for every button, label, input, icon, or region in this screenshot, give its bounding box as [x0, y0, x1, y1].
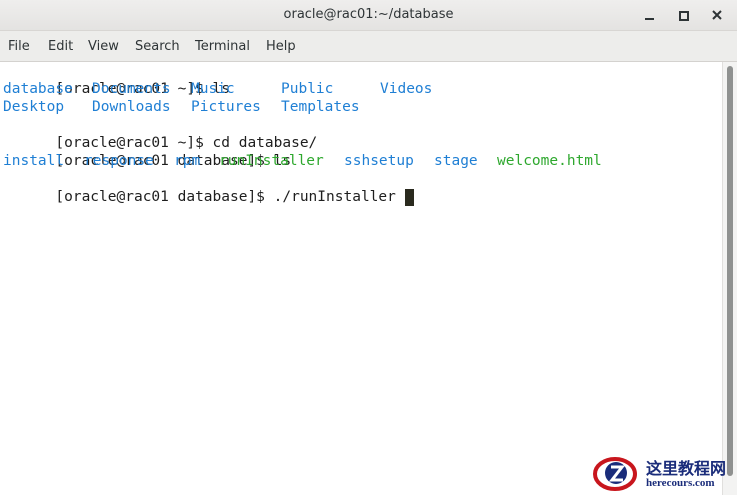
menu-file[interactable]: File — [8, 39, 30, 54]
terminal-line: [oracle@rac01 database]$ ls — [3, 134, 291, 169]
directory-entry: Public — [281, 81, 334, 97]
executable-entry: welcome.html — [497, 153, 602, 169]
terminal-output[interactable]: [oracle@rac01 ~]$ ls database Documents … — [0, 62, 722, 495]
directory-entry: Templates — [281, 99, 360, 115]
terminal-line: Desktop Downloads Pictures Templates — [3, 98, 703, 116]
watermark-url: herecours.com — [646, 477, 715, 489]
directory-entry: Downloads — [92, 99, 171, 115]
terminal-line: [oracle@rac01 ~]$ cd database/ — [3, 116, 317, 151]
directory-entry: stage — [434, 153, 478, 169]
terminal-line: install response rpm runInstaller sshset… — [3, 152, 703, 170]
directory-entry: database — [3, 81, 73, 97]
watermark-title: 这里教程网 — [646, 459, 727, 478]
menu-bar: File Edit View Search Terminal Help — [0, 31, 737, 62]
minimize-icon — [645, 18, 654, 20]
maximize-button[interactable] — [673, 5, 693, 25]
directory-entry: Desktop — [3, 99, 65, 115]
shell-prompt: [oracle@rac01 database]$ — [55, 189, 274, 205]
terminal-line: database Documents Music Public Videos — [3, 80, 703, 98]
directory-entry: Pictures — [191, 99, 261, 115]
maximize-icon — [679, 11, 689, 21]
directory-entry: Documents — [92, 81, 171, 97]
terminal-line: [oracle@rac01 ~]$ ls — [3, 62, 230, 97]
executable-entry: runInstaller — [219, 153, 324, 169]
window-title: oracle@rac01:~/database — [283, 7, 454, 22]
vertical-scrollbar[interactable] — [722, 62, 737, 495]
watermark: 这里教程网 herecours.com — [591, 452, 737, 495]
watermark-logo-icon — [593, 457, 637, 491]
terminal-window: oracle@rac01:~/database File Edit View S… — [0, 0, 737, 495]
menu-edit[interactable]: Edit — [48, 39, 73, 54]
text-cursor — [404, 189, 414, 206]
terminal-line: [oracle@rac01 database]$ ./runInstaller — [3, 170, 414, 206]
shell-command: ./runInstaller — [273, 189, 405, 205]
directory-entry: response — [84, 153, 154, 169]
directory-entry: rpm — [174, 153, 201, 169]
directory-entry: sshsetup — [344, 153, 414, 169]
menu-view[interactable]: View — [88, 39, 119, 54]
menu-terminal[interactable]: Terminal — [195, 39, 250, 54]
directory-entry: install — [3, 153, 65, 169]
menu-help[interactable]: Help — [266, 39, 296, 54]
scrollbar-thumb[interactable] — [727, 66, 733, 476]
directory-entry: Videos — [380, 81, 433, 97]
title-bar[interactable]: oracle@rac01:~/database — [0, 0, 737, 31]
menu-search[interactable]: Search — [135, 39, 180, 54]
close-icon — [712, 10, 722, 20]
minimize-button[interactable] — [640, 5, 660, 25]
close-button[interactable] — [707, 5, 727, 25]
directory-entry: Music — [191, 81, 235, 97]
